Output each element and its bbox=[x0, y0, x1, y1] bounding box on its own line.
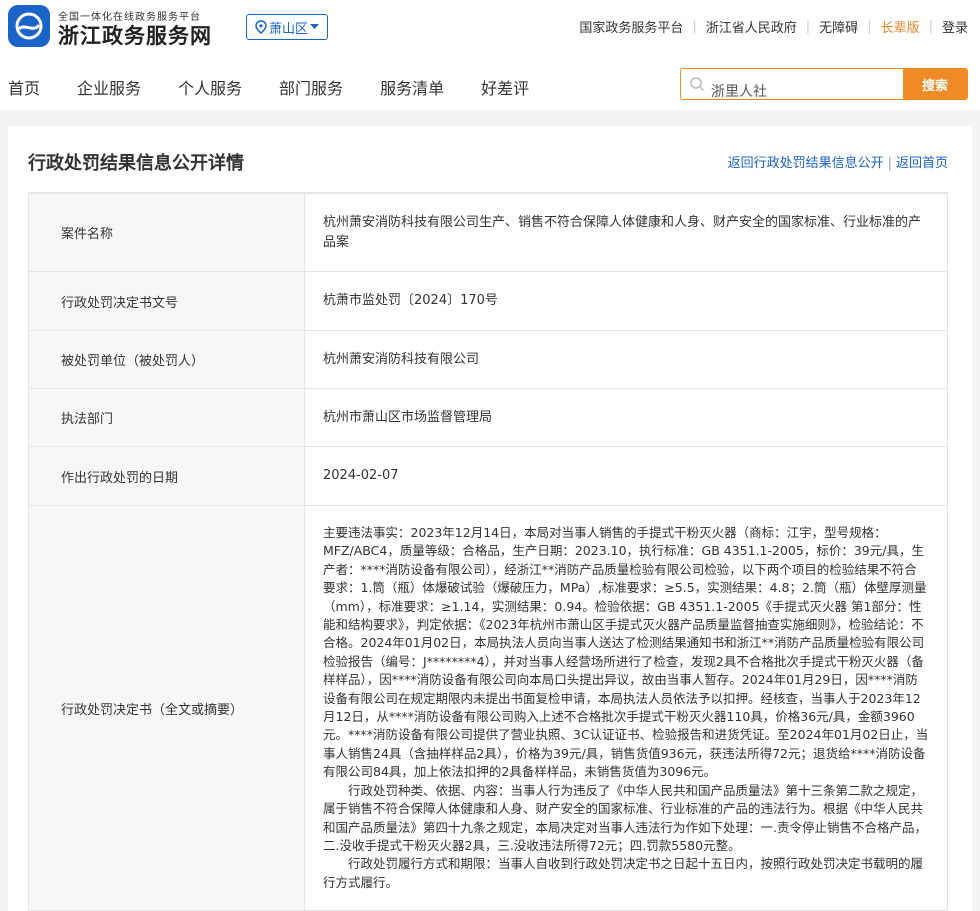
region-selector[interactable]: 萧山区 bbox=[246, 14, 328, 40]
separator: | bbox=[867, 19, 872, 34]
decision-paragraph: 主要违法事实：2023年12月14日，本局对当事人销售的手提式干粉灭火器（商标：… bbox=[323, 525, 929, 780]
nav-item-service-list[interactable]: 服务清单 bbox=[380, 75, 444, 99]
breadcrumb: 返回行政处罚结果信息公开 | 返回首页 bbox=[728, 152, 948, 171]
table-row: 被处罚单位（被处罚人） 杭州萧安消防科技有限公司 bbox=[28, 330, 948, 389]
back-to-list-link[interactable]: 返回行政处罚结果信息公开 bbox=[728, 156, 884, 171]
table-row: 作出行政处罚的日期 2024-02-07 bbox=[28, 446, 948, 506]
decision-paragraph: 行政处罚履行方式和期限：当事人自收到行政处罚决定书之日起十五日内，按照行政处罚决… bbox=[323, 856, 924, 890]
top-links: 国家政务服务平台 | 浙江省人民政府 | 无障碍 | 长辈版 | 登录 bbox=[579, 17, 968, 36]
nav-item-department[interactable]: 部门服务 bbox=[279, 75, 343, 99]
table-row: 执法部门 杭州市萧山区市场监督管理局 bbox=[28, 388, 948, 447]
nav-item-personal[interactable]: 个人服务 bbox=[178, 75, 242, 99]
table-row: 案件名称 杭州萧安消防科技有限公司生产、销售不符合保障人体健康和人身、财产安全的… bbox=[28, 193, 948, 272]
search-icon bbox=[690, 77, 705, 92]
back-to-home-link[interactable]: 返回首页 bbox=[896, 156, 948, 171]
location-pin-icon bbox=[255, 20, 267, 34]
row-label: 案件名称 bbox=[28, 193, 305, 272]
row-label: 行政处罚决定书文号 bbox=[28, 271, 305, 331]
separator: | bbox=[887, 156, 892, 171]
row-value: 杭州萧安消防科技有限公司生产、销售不符合保障人体健康和人身、财产安全的国家标准、… bbox=[304, 193, 948, 272]
table-row: 行政处罚决定书文号 杭萧市监处罚〔2024〕170号 bbox=[28, 271, 948, 331]
link-elder-version[interactable]: 长辈版 bbox=[881, 17, 920, 36]
separator: | bbox=[928, 19, 933, 34]
row-label: 作出行政处罚的日期 bbox=[28, 446, 305, 506]
top-header: 全国一体化在线政务服务平台 浙江政务服务网 萧山区 国家政务服务平台 | 浙江省… bbox=[0, 0, 980, 56]
detail-card: 行政处罚结果信息公开详情 返回行政处罚结果信息公开 | 返回首页 案件名称 杭州萧安… bbox=[8, 126, 972, 911]
row-label: 被处罚单位（被处罚人） bbox=[28, 330, 305, 389]
nav-item-home[interactable]: 首页 bbox=[8, 75, 40, 99]
caret-down-icon bbox=[310, 24, 319, 29]
decision-paragraph: 行政处罚种类、依据、内容：当事人行为违反了《中华人民共和国产品质量法》第十三条第… bbox=[323, 782, 927, 853]
search-button[interactable]: 搜索 bbox=[903, 69, 967, 99]
row-value: 2024-02-07 bbox=[304, 446, 948, 506]
detail-table: 案件名称 杭州萧安消防科技有限公司生产、销售不符合保障人体健康和人身、财产安全的… bbox=[28, 193, 948, 911]
link-accessibility[interactable]: 无障碍 bbox=[819, 17, 858, 36]
link-login[interactable]: 登录 bbox=[942, 17, 968, 36]
search-input[interactable]: 浙里人社 bbox=[711, 85, 767, 99]
nav-item-enterprise[interactable]: 企业服务 bbox=[77, 75, 141, 99]
link-national-platform[interactable]: 国家政务服务平台 bbox=[579, 17, 683, 36]
search-box[interactable]: 浙里人社 搜索 bbox=[680, 68, 968, 100]
table-row: 行政处罚决定书（全文或摘要） 主要违法事实：2023年12月14日，本局对当事人… bbox=[28, 504, 948, 911]
row-label: 执法部门 bbox=[28, 388, 305, 447]
logo-emblem-icon[interactable] bbox=[8, 5, 50, 47]
link-zhejiang-government[interactable]: 浙江省人民政府 bbox=[706, 17, 797, 36]
row-label: 行政处罚决定书（全文或摘要） bbox=[28, 504, 305, 911]
separator: | bbox=[805, 19, 811, 34]
region-label: 萧山区 bbox=[268, 21, 308, 37]
nav-item-evaluation[interactable]: 好差评 bbox=[481, 75, 529, 99]
separator: | bbox=[692, 19, 697, 34]
row-value: 杭州市萧山区市场监督管理局 bbox=[304, 388, 948, 447]
row-value: 杭州萧安消防科技有限公司 bbox=[304, 330, 948, 389]
logo-title[interactable]: 浙江政务服务网 bbox=[58, 20, 212, 50]
row-value: 杭萧市监处罚〔2024〕170号 bbox=[304, 271, 948, 331]
page-title: 行政处罚结果信息公开详情 bbox=[28, 153, 244, 174]
row-value-decision: 主要违法事实：2023年12月14日，本局对当事人销售的手提式干粉灭火器（商标：… bbox=[304, 504, 948, 911]
